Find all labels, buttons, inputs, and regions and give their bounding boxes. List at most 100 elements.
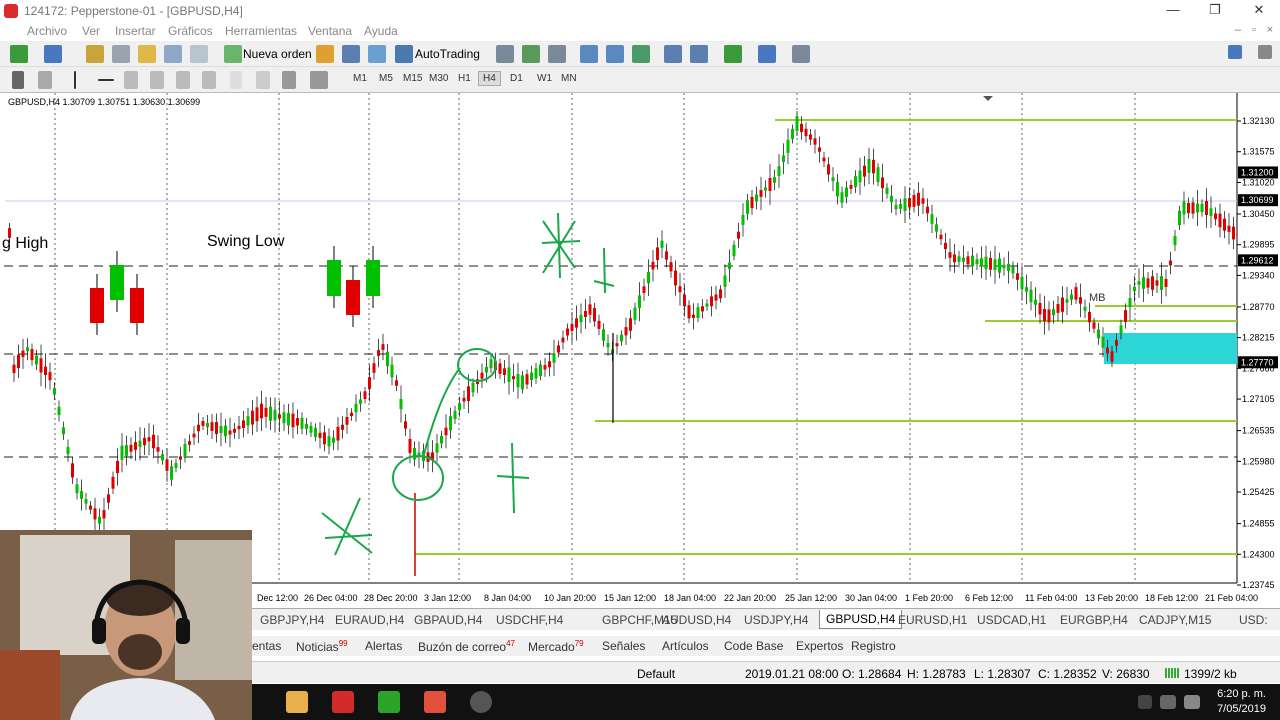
timeframe-mn[interactable]: MN [561, 73, 577, 84]
menu-insertar[interactable]: Insertar [115, 24, 156, 38]
autotrading-icon[interactable] [395, 45, 413, 63]
templates-icon[interactable] [792, 45, 810, 63]
menu-ver[interactable]: Ver [82, 24, 100, 38]
candlesticks-icon[interactable] [522, 45, 540, 63]
market-icon[interactable] [368, 45, 386, 63]
timeframe-w1[interactable]: W1 [537, 73, 552, 84]
terminal-tab[interactable]: Code Base [724, 639, 783, 653]
trendline-icon[interactable] [124, 71, 138, 89]
terminal-tab[interactable]: Noticias99 [296, 639, 348, 654]
tray-up-icon[interactable] [1138, 695, 1152, 709]
indicators-icon[interactable] [724, 45, 742, 63]
navigator-icon[interactable] [138, 45, 156, 63]
network-icon[interactable] [1160, 695, 1176, 709]
signals-icon[interactable] [342, 45, 360, 63]
chart-shift-icon[interactable] [664, 45, 682, 63]
timeframe-m5[interactable]: M5 [379, 73, 393, 84]
strategy-tester-icon[interactable] [190, 45, 208, 63]
terminal-icon[interactable] [164, 45, 182, 63]
zoom-out-icon[interactable] [606, 45, 624, 63]
chart-tab-eurusd-h1[interactable]: EURUSD,H1 [898, 613, 967, 627]
crosshair-icon[interactable] [38, 71, 52, 89]
speaker-icon[interactable] [1184, 695, 1200, 709]
mdi-close-button[interactable]: × [1260, 24, 1280, 36]
horizontal-line-icon[interactable] [98, 79, 114, 81]
terminal-tab[interactable]: Alertas [365, 639, 402, 653]
menu-archivo[interactable]: Archivo [27, 24, 67, 38]
community-icon[interactable] [1258, 45, 1272, 59]
price-marker-label: 1.30699 [1241, 195, 1274, 205]
recorder-icon[interactable] [424, 691, 446, 713]
candle-body [606, 343, 610, 348]
cursor-icon[interactable] [12, 71, 24, 89]
chart-tab-usd-[interactable]: USD: [1239, 613, 1268, 627]
chart-tab-euraud-h4[interactable]: EURAUD,H4 [335, 613, 404, 627]
menu-herramientas[interactable]: Herramientas [225, 24, 297, 38]
chart-tab-gbpaud-h4[interactable]: GBPAUD,H4 [414, 613, 482, 627]
menu-ventana[interactable]: Ventana [308, 24, 352, 38]
market-watch-icon[interactable] [86, 45, 104, 63]
fibo-fan-icon[interactable] [202, 71, 216, 89]
terminal-tab[interactable]: Mercado79 [528, 639, 584, 654]
metaeditor-icon[interactable] [316, 45, 334, 63]
search-icon[interactable] [1228, 45, 1242, 59]
new-order-button[interactable]: Nueva orden [243, 47, 312, 61]
clock[interactable]: 6:20 p. m. 7/05/2019 [1217, 687, 1266, 717]
autotrading-button[interactable]: AutoTrading [415, 47, 480, 61]
candle-body [471, 382, 475, 393]
maximize-button[interactable]: ❐ [1192, 2, 1238, 20]
pepperstone-icon[interactable] [332, 691, 354, 713]
terminal-tab[interactable]: Señales [602, 639, 645, 653]
candle-body [1020, 276, 1024, 290]
text-icon[interactable] [230, 71, 242, 89]
new-chart-icon[interactable] [10, 45, 28, 63]
text-label-icon[interactable] [256, 71, 270, 89]
close-button[interactable]: ✕ [1236, 2, 1280, 20]
vertical-line-icon[interactable] [74, 71, 76, 89]
chart-tab-usdcad-h1[interactable]: USDCAD,H1 [977, 613, 1046, 627]
terminal-tab[interactable]: Expertos [796, 639, 843, 653]
chart-tab-audusd-h4[interactable]: AUDUSD,H4 [662, 613, 731, 627]
line-chart-icon[interactable] [548, 45, 566, 63]
chart-tab-cadjpy-m15[interactable]: CADJPY,M15 [1139, 613, 1211, 627]
file-explorer-icon[interactable] [286, 691, 308, 713]
new-order-icon[interactable] [224, 45, 242, 63]
channel-icon[interactable] [150, 71, 164, 89]
drawn-cross [593, 247, 615, 294]
terminal-tab[interactable]: Buzón de correo47 [418, 639, 515, 654]
chart-tab-gbpjpy-h4[interactable]: GBPJPY,H4 [260, 613, 324, 627]
arrows-icon[interactable] [310, 71, 328, 89]
camtasia-icon[interactable] [378, 691, 400, 713]
profiles-icon[interactable] [44, 45, 62, 63]
fibo-icon[interactable] [176, 71, 190, 89]
chart-tab-usdjpy-h4[interactable]: USDJPY,H4 [744, 613, 808, 627]
price-tick-label: 1.29895 [1242, 240, 1275, 250]
terminal-tab[interactable]: Artículos [662, 639, 709, 653]
menu-ayuda[interactable]: Ayuda [364, 24, 398, 38]
maps-icon[interactable] [470, 691, 492, 713]
auto-scroll-icon[interactable] [690, 45, 708, 63]
tile-windows-icon[interactable] [632, 45, 650, 63]
candle-body [1061, 297, 1064, 312]
candle-body [773, 177, 776, 183]
chart-tab-gbpusd-h4[interactable]: GBPUSD,H4 [819, 610, 903, 629]
timeframe-m15[interactable]: M15 [403, 73, 422, 84]
periods-icon[interactable] [758, 45, 776, 63]
zoom-in-icon[interactable] [580, 45, 598, 63]
bar-chart-icon[interactable] [496, 45, 514, 63]
candle-body [485, 366, 488, 373]
clock-date: 7/05/2019 [1217, 703, 1266, 715]
data-window-icon[interactable] [112, 45, 130, 63]
timeframe-m30[interactable]: M30 [429, 73, 448, 84]
rectangle-icon[interactable] [282, 71, 296, 89]
terminal-tab[interactable]: Registro [851, 639, 896, 653]
minimize-button[interactable]: — [1150, 2, 1196, 20]
timeframe-m1[interactable]: M1 [353, 73, 367, 84]
timeframe-h4[interactable]: H4 [478, 71, 501, 86]
chart-tab-eurgbp-h4[interactable]: EURGBP,H4 [1060, 613, 1128, 627]
chart-tab-usdchf-h4[interactable]: USDCHF,H4 [496, 613, 563, 627]
menu-graficos[interactable]: Gráficos [168, 24, 213, 38]
terminal-tab[interactable]: entas [252, 639, 281, 653]
timeframe-d1[interactable]: D1 [510, 73, 523, 84]
timeframe-h1[interactable]: H1 [458, 73, 471, 84]
